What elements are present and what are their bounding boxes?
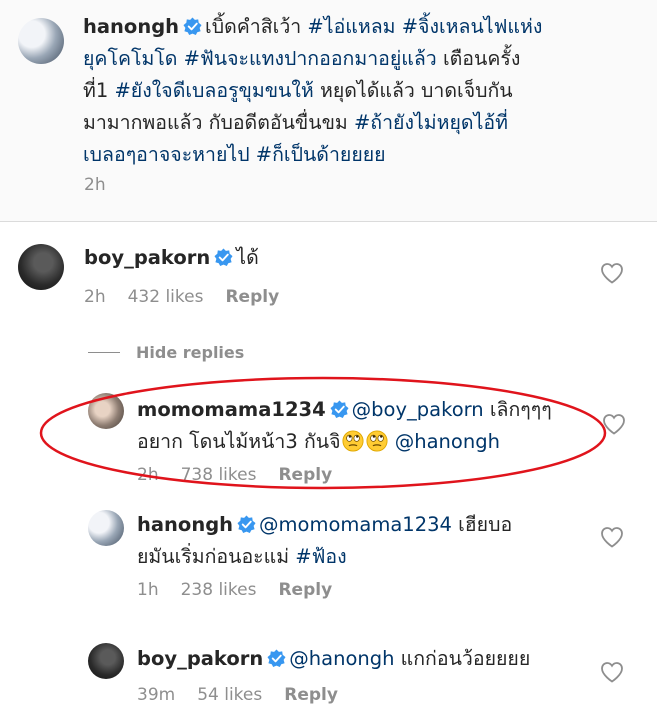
hashtag[interactable]: #ฟ้อง bbox=[295, 545, 346, 568]
timestamp: 2h bbox=[84, 287, 106, 307]
mention-link[interactable]: @boy_pakorn bbox=[352, 398, 484, 421]
comment-meta: 2h 738 likes Reply bbox=[137, 465, 332, 485]
heart-outline-icon[interactable] bbox=[600, 526, 624, 548]
avatar[interactable] bbox=[18, 244, 64, 290]
hashtag[interactable]: #ถ้ายังไม่หยุดไอ้ที่ bbox=[354, 111, 508, 134]
comment-text: boy_pakorn @hanongh แกก่อนว้อยยยย bbox=[137, 647, 531, 670]
timestamp: 1h bbox=[137, 580, 159, 600]
timestamp: 39m bbox=[137, 685, 176, 705]
avatar[interactable] bbox=[88, 510, 124, 546]
likes-count[interactable]: 738 likes bbox=[181, 465, 257, 485]
mention-link[interactable]: @momomama1234 bbox=[259, 513, 452, 536]
likes-count[interactable]: 432 likes bbox=[128, 287, 204, 307]
heart-outline-icon[interactable] bbox=[600, 262, 624, 284]
verified-badge-icon bbox=[214, 248, 233, 267]
timestamp: 2h bbox=[84, 175, 106, 195]
comment-meta: 2h 432 likes Reply bbox=[84, 287, 279, 307]
verified-badge-icon bbox=[330, 400, 349, 419]
hashtag[interactable]: ยุคโคโมโด #ฟันจะแทงปากออกมาอยู่แล้ว bbox=[83, 47, 437, 70]
verified-badge-icon bbox=[183, 17, 202, 36]
avatar[interactable] bbox=[88, 393, 124, 429]
comment-text: momomama1234 @boy_pakorn เลิกๆๆๆ อยาก โดน… bbox=[137, 398, 552, 453]
post-caption: hanongh เบิ้ดคำสิเว้า #ไอ่แหลม #จิ้งเหลนไ… bbox=[0, 0, 657, 222]
comment-meta: 39m 54 likes Reply bbox=[137, 685, 338, 705]
timestamp: 2h bbox=[137, 465, 159, 485]
caption-text: hanongh เบิ้ดคำสิเว้า #ไอ่แหลม #จิ้งเหลนไ… bbox=[83, 15, 543, 166]
hashtag[interactable]: เบลอๆอาจจะหายไป #ก็เป็นด้ายยยย bbox=[83, 143, 386, 166]
comment-username[interactable]: boy_pakorn bbox=[137, 647, 263, 670]
hashtag[interactable]: #ยังใจดีเบลอรูขุมขนให้ bbox=[114, 79, 313, 102]
heart-outline-icon[interactable] bbox=[600, 661, 624, 683]
comment-text: boy_pakorn ได้ bbox=[84, 246, 259, 269]
comment-text: hanongh @momomama1234 เฮียบอ ยมันเริ่มก่อ… bbox=[137, 513, 513, 568]
eye-roll-emoji-icon bbox=[342, 430, 364, 452]
reply-button[interactable]: Reply bbox=[284, 685, 338, 705]
avatar[interactable] bbox=[88, 643, 124, 679]
mention-link[interactable]: @hanongh bbox=[395, 430, 500, 453]
reply-button[interactable]: Reply bbox=[225, 287, 279, 307]
hashtag[interactable]: #ไอ่แหลม #จิ้งเหลนไฟแห่ง bbox=[307, 15, 542, 38]
heart-outline-icon[interactable] bbox=[602, 413, 626, 435]
avatar[interactable] bbox=[18, 18, 64, 64]
likes-count[interactable]: 54 likes bbox=[197, 685, 262, 705]
reply-button[interactable]: Reply bbox=[278, 465, 332, 485]
comment-username[interactable]: momomama1234 bbox=[137, 398, 326, 421]
verified-badge-icon bbox=[267, 649, 286, 668]
comment-meta: 1h 238 likes Reply bbox=[137, 580, 332, 600]
caption-meta: 2h bbox=[84, 175, 106, 195]
eye-roll-emoji-icon bbox=[366, 430, 388, 452]
likes-count[interactable]: 238 likes bbox=[181, 580, 257, 600]
mention-link[interactable]: @hanongh bbox=[289, 647, 394, 670]
comment-username[interactable]: boy_pakorn bbox=[84, 246, 210, 269]
verified-badge-icon bbox=[237, 515, 256, 534]
reply-button[interactable]: Reply bbox=[278, 580, 332, 600]
hide-replies-toggle[interactable]: Hide replies bbox=[88, 343, 244, 362]
caption-username[interactable]: hanongh bbox=[83, 15, 179, 38]
divider bbox=[88, 352, 120, 353]
comment-username[interactable]: hanongh bbox=[137, 513, 233, 536]
hide-replies-label: Hide replies bbox=[136, 343, 245, 362]
